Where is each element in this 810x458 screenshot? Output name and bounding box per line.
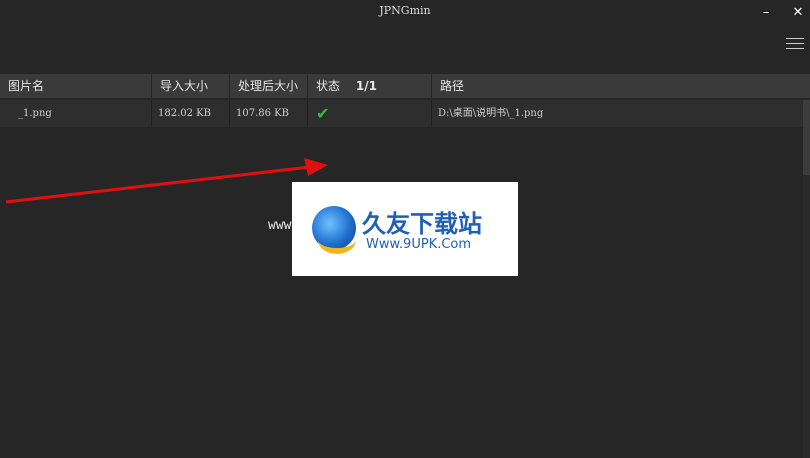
column-header-import-size[interactable]: 导入大小 xyxy=(152,74,230,98)
column-header-path-label: 路径 xyxy=(440,79,465,93)
column-header-path[interactable]: 路径 xyxy=(432,74,810,98)
cell-processed-size: 107.86 KB xyxy=(230,100,308,127)
cell-import-size: 182.02 KB xyxy=(152,100,230,127)
column-header-import-size-label: 导入大小 xyxy=(160,79,209,93)
watermark-logo: 久友下载站 Www.9UPK.Com xyxy=(292,182,518,276)
table-header: 图片名 导入大小 处理后大小 状态 1/1 路径 xyxy=(0,74,810,98)
watermark-globe-icon xyxy=(312,206,356,254)
hamburger-menu-icon[interactable] xyxy=(786,38,804,54)
column-header-status[interactable]: 状态 1/1 xyxy=(308,74,432,98)
watermark-url: Www.9UPK.Com xyxy=(366,237,472,252)
cell-path: D:\桌面\说明书\_1.png xyxy=(438,108,544,119)
vertical-scrollbar[interactable] xyxy=(803,100,810,458)
red-arrow-annotation xyxy=(5,158,328,204)
check-icon: ✔ xyxy=(316,104,330,123)
column-header-processed-size-label: 处理后大小 xyxy=(238,79,299,93)
cell-name: _1.png xyxy=(0,100,152,127)
column-header-name[interactable]: 图片名 xyxy=(0,74,152,98)
minimize-button[interactable]: – xyxy=(757,4,775,22)
scrollbar-thumb[interactable] xyxy=(803,100,810,175)
column-header-name-label: 图片名 xyxy=(8,79,45,93)
column-header-processed-size[interactable]: 处理后大小 xyxy=(230,74,308,98)
status-count: 1/1 xyxy=(355,79,377,93)
table-row[interactable]: _1.png 182.02 KB 107.86 KB ✔ D:\桌面\说明书\_… xyxy=(0,100,804,127)
window-title: JPNGmin xyxy=(379,4,431,17)
close-button[interactable]: ✕ xyxy=(789,4,807,22)
title-bar: JPNGmin – ✕ xyxy=(0,0,810,26)
column-header-status-label: 状态 xyxy=(316,79,341,93)
watermark-brand: 久友下载站 xyxy=(362,210,482,238)
cell-status: ✔ xyxy=(308,100,432,127)
